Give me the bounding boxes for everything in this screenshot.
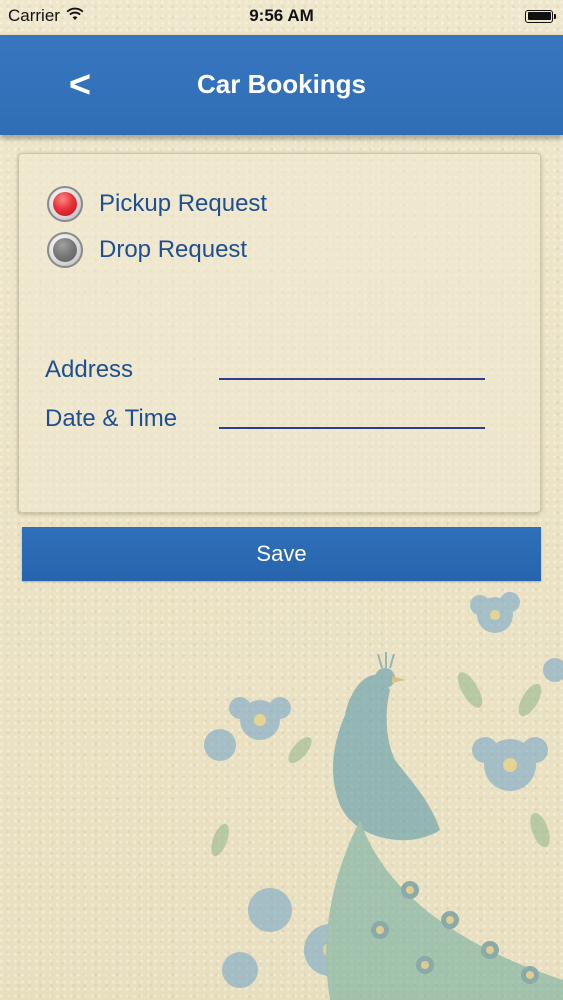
battery-fill [527, 12, 551, 20]
carrier-label: Carrier [8, 6, 60, 25]
battery-icon [525, 9, 556, 23]
status-bar: Carrier 9:56 AM [0, 0, 563, 32]
nav-bar: < Car Bookings [0, 35, 563, 135]
booking-form-card: Pickup Request Drop Request Address Date… [18, 153, 541, 513]
radio-selected-dot [53, 192, 77, 216]
radio-unselected-dot [53, 238, 77, 262]
address-label: Address [45, 356, 134, 383]
radio-button-drop[interactable] [47, 232, 83, 268]
radio-label-pickup: Pickup Request [99, 190, 268, 217]
datetime-field[interactable] [219, 427, 485, 429]
status-time: 9:56 AM [249, 6, 314, 25]
radio-option-drop[interactable]: Drop Request [47, 232, 247, 268]
datetime-label: Date & Time [45, 405, 178, 432]
save-button[interactable]: Save [22, 527, 541, 581]
page-title: Car Bookings [196, 69, 367, 99]
radio-option-pickup[interactable]: Pickup Request [47, 186, 267, 222]
status-left: Carrier [0, 6, 84, 26]
wifi-icon [66, 6, 84, 26]
peacock-illustration [204, 592, 563, 1000]
radio-button-pickup[interactable] [47, 186, 83, 222]
radio-label-drop: Drop Request [99, 236, 248, 263]
address-field[interactable] [219, 378, 485, 380]
